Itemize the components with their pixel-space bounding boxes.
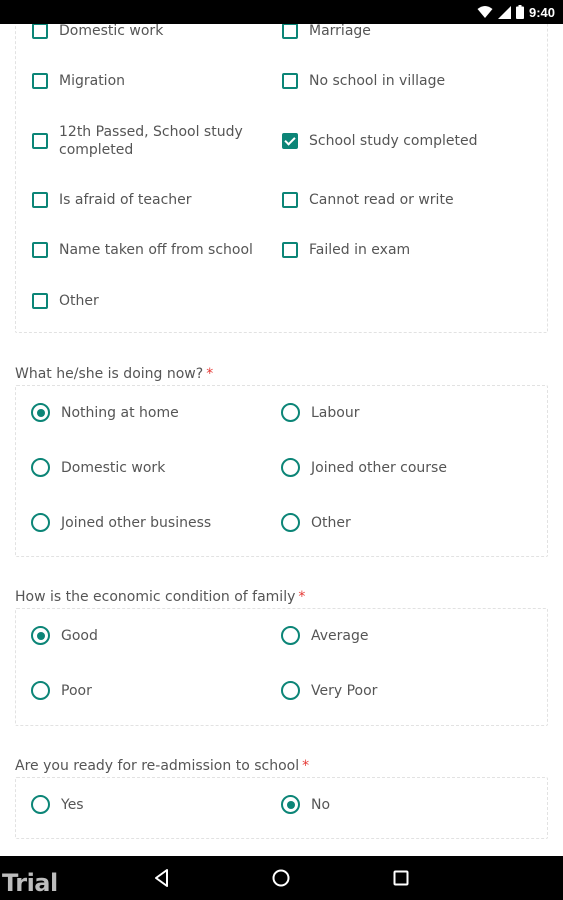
question-doing-now: What he/she is doing now? *	[15, 366, 213, 382]
checkbox-domestic-work[interactable]: Domestic work	[32, 24, 163, 40]
radio-other[interactable]: Other	[281, 513, 351, 532]
checkbox-12th-passed[interactable]: 12th Passed, School study completed	[32, 123, 257, 159]
radio-label: Very Poor	[311, 682, 378, 699]
radio-joined-other-course[interactable]: Joined other course	[281, 458, 447, 477]
radio-button[interactable]	[31, 513, 50, 532]
checkbox-label: School study completed	[309, 133, 478, 149]
radio-button[interactable]	[281, 403, 300, 422]
radio-button[interactable]	[31, 458, 50, 477]
checkbox-label: Is afraid of teacher	[59, 192, 192, 208]
radio-label: Yes	[61, 796, 84, 813]
question-text: Are you ready for re-admission to school	[15, 758, 300, 774]
checkbox-box[interactable]	[32, 73, 48, 89]
radio-label: Joined other business	[61, 514, 212, 531]
checkbox-box[interactable]	[32, 24, 48, 39]
recents-square-icon[interactable]	[391, 868, 411, 888]
required-mark: *	[302, 758, 310, 774]
radio-button[interactable]	[281, 458, 300, 477]
checkbox-marriage[interactable]: Marriage	[282, 24, 371, 40]
wifi-icon	[477, 6, 493, 18]
checkbox-no-school-in-village[interactable]: No school in village	[282, 72, 445, 90]
checkbox-box[interactable]	[282, 192, 298, 208]
radio-domestic-work[interactable]: Domestic work	[31, 458, 165, 477]
radio-label: Poor	[61, 682, 92, 699]
radio-button[interactable]	[281, 681, 300, 700]
radio-nothing-at-home[interactable]: Nothing at home	[31, 403, 179, 422]
radio-label: Other	[311, 514, 351, 531]
checkbox-box-checked[interactable]	[282, 133, 298, 149]
checkbox-box[interactable]	[32, 192, 48, 208]
home-circle-icon[interactable]	[271, 868, 291, 888]
checkbox-label: Cannot read or write	[309, 192, 454, 208]
radio-label: Joined other course	[311, 459, 447, 476]
radio-poor[interactable]: Poor	[31, 681, 92, 700]
question-text: How is the economic condition of family	[15, 589, 296, 605]
checkbox-migration[interactable]: Migration	[32, 72, 125, 90]
checkbox-label: Marriage	[309, 24, 371, 39]
checkbox-box[interactable]	[32, 293, 48, 309]
form-content: Domestic work Marriage Migration No scho…	[0, 24, 563, 856]
radio-button[interactable]	[281, 626, 300, 645]
checkbox-failed-in-exam[interactable]: Failed in exam	[282, 241, 410, 259]
checkbox-label: Failed in exam	[309, 242, 411, 258]
checkbox-box[interactable]	[282, 242, 298, 258]
status-bar: 9:40	[0, 0, 563, 24]
radio-button[interactable]	[281, 513, 300, 532]
checkbox-cannot-read-write[interactable]: Cannot read or write	[282, 191, 454, 209]
cell-signal-icon	[497, 5, 511, 19]
checkbox-label: No school in village	[309, 73, 446, 89]
question-text: What he/she is doing now?	[15, 366, 204, 382]
radio-label: Domestic work	[61, 459, 166, 476]
checkbox-afraid-of-teacher[interactable]: Is afraid of teacher	[32, 191, 192, 209]
radio-label: Good	[61, 627, 98, 644]
battery-icon	[515, 5, 524, 19]
question-economic-condition: How is the economic condition of family *	[15, 589, 305, 605]
radio-no[interactable]: No	[281, 795, 330, 814]
question-readmission: Are you ready for re-admission to school…	[15, 758, 309, 774]
radio-button-selected[interactable]	[31, 403, 50, 422]
status-time: 9:40	[528, 4, 555, 20]
radio-yes[interactable]: Yes	[31, 795, 84, 814]
radio-button[interactable]	[31, 681, 50, 700]
radio-joined-other-business[interactable]: Joined other business	[31, 513, 211, 532]
radio-button[interactable]	[31, 795, 50, 814]
radio-labour[interactable]: Labour	[281, 403, 359, 422]
checkbox-box[interactable]	[32, 133, 48, 149]
radio-button-selected[interactable]	[281, 795, 300, 814]
required-mark: *	[298, 589, 306, 605]
radio-label: Labour	[311, 404, 360, 421]
checkbox-label: Name taken off from school	[59, 242, 253, 258]
checkbox-box[interactable]	[32, 242, 48, 258]
required-mark: *	[206, 366, 214, 382]
navigation-bar	[0, 856, 563, 900]
radio-label: No	[311, 796, 331, 813]
radio-average[interactable]: Average	[281, 626, 369, 645]
radio-good[interactable]: Good	[31, 626, 98, 645]
checkbox-school-study-completed[interactable]: School study completed	[282, 132, 478, 150]
back-triangle-icon[interactable]	[152, 868, 172, 888]
checkbox-name-taken-off[interactable]: Name taken off from school	[32, 241, 253, 259]
checkbox-label: Migration	[59, 73, 126, 89]
checkbox-box[interactable]	[282, 24, 298, 39]
checkbox-label: Other	[59, 293, 99, 309]
checkbox-box[interactable]	[282, 73, 298, 89]
radio-label: Nothing at home	[61, 404, 179, 421]
checkbox-other[interactable]: Other	[32, 292, 99, 310]
reasons-group	[15, 24, 548, 333]
radio-label: Average	[311, 627, 369, 644]
radio-very-poor[interactable]: Very Poor	[281, 681, 377, 700]
checkbox-label: Domestic work	[59, 24, 164, 39]
radio-button-selected[interactable]	[31, 626, 50, 645]
trial-watermark: Trial	[2, 869, 58, 897]
checkbox-label: 12th Passed, School study completed	[59, 124, 243, 158]
